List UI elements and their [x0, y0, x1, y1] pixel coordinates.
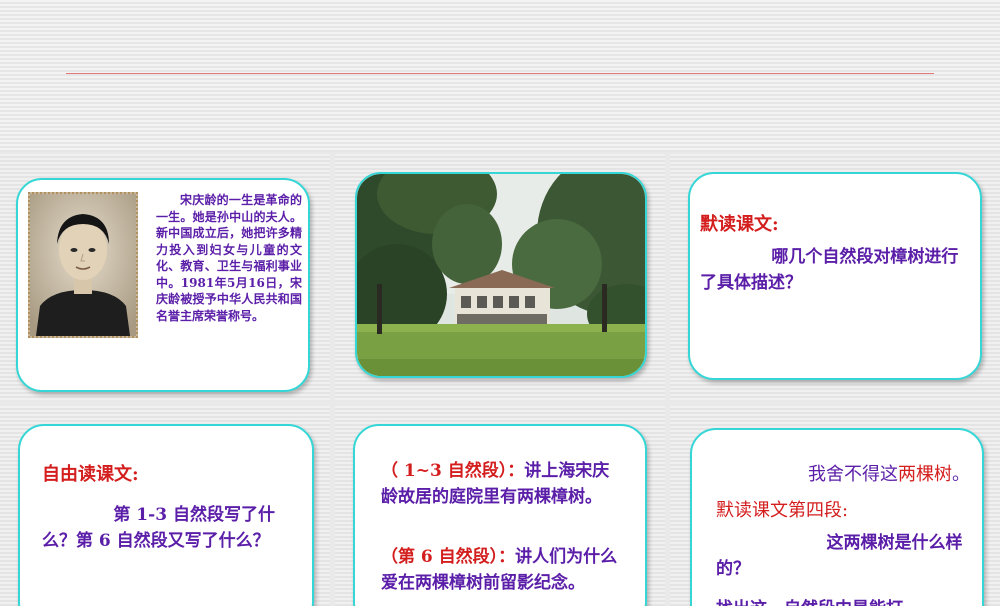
- quote-prefix: 我舍不得这: [808, 464, 898, 485]
- paragraph-summary-1: （ 1~3 自然段）：讲上海宋庆龄故居的庭院里有两棵樟树。: [381, 458, 621, 510]
- slide-heading: 默读课文:: [700, 214, 779, 235]
- quote-highlight: 两棵树: [898, 464, 952, 485]
- slide-card: [355, 172, 647, 378]
- title-divider: [66, 73, 934, 74]
- title-band: [0, 0, 1000, 152]
- slide-heading: 自由读课文:: [42, 464, 139, 485]
- slide-question: 第 1-3 自然段写了什么？第 6 自然段又写了什么？: [42, 505, 275, 551]
- slide-thumbnail-6[interactable]: 我舍不得这两棵树。 默读课文第四段: 这两棵树是什么样的？ 找出这一自然段中是能…: [670, 406, 1000, 606]
- quote-end: 。: [952, 464, 970, 485]
- slide-thumbnail-2[interactable]: [335, 154, 665, 400]
- slide-thumbnail-3[interactable]: 默读课文: 哪几个自然段对樟树进行了具体描述？: [670, 154, 1000, 400]
- paragraph-ref-1: （ 1~3 自然段）：: [381, 461, 525, 481]
- slide-card: 默读课文: 哪几个自然段对樟树进行了具体描述？: [688, 172, 982, 380]
- slide-question: 哪几个自然段对樟树进行了具体描述？: [700, 247, 959, 293]
- paragraph-ref-2: （第 6 自然段）：: [381, 547, 516, 567]
- slide-question: 这两棵树是什么样的？: [716, 533, 963, 579]
- slide-card: 宋庆龄的一生是革命的一生。她是孙中山的夫人。新中国成立后，她把许多精力投入到妇女…: [16, 178, 310, 392]
- slide-thumbnail-5[interactable]: （ 1~3 自然段）：讲上海宋庆龄故居的庭院里有两棵樟树。 （第 6 自然段）：…: [335, 406, 665, 606]
- courtyard-photo: [357, 174, 645, 376]
- slide-card: 自由读课文: 第 1-3 自然段写了什么？第 6 自然段又写了什么？: [18, 424, 314, 606]
- slide-quote: 我舍不得这两棵树。: [808, 460, 970, 486]
- slide-card: 我舍不得这两棵树。 默读课文第四段: 这两棵树是什么样的？ 找出这一自然段中是能…: [690, 428, 984, 606]
- portrait-photo: [28, 192, 138, 338]
- slide-thumbnail-1[interactable]: 宋庆龄的一生是革命的一生。她是孙中山的夫人。新中国成立后，她把许多精力投入到妇女…: [0, 154, 330, 400]
- slide-partial-text: 找出这一自然段中是能打: [716, 596, 972, 606]
- paragraph-summary-2: （第 6 自然段）：讲人们为什么爱在两棵樟树前留影纪念。: [381, 544, 621, 596]
- slide-card: （ 1~3 自然段）：讲上海宋庆龄故居的庭院里有两棵樟树。 （第 6 自然段）：…: [353, 424, 647, 606]
- portrait-image: [30, 194, 136, 336]
- slide-heading: 默读课文第四段:: [716, 500, 849, 521]
- slide-thumbnail-4[interactable]: 自由读课文: 第 1-3 自然段写了什么？第 6 自然段又写了什么？: [0, 406, 330, 606]
- biography-text: 宋庆龄的一生是革命的一生。她是孙中山的夫人。新中国成立后，她把许多精力投入到妇女…: [156, 193, 302, 323]
